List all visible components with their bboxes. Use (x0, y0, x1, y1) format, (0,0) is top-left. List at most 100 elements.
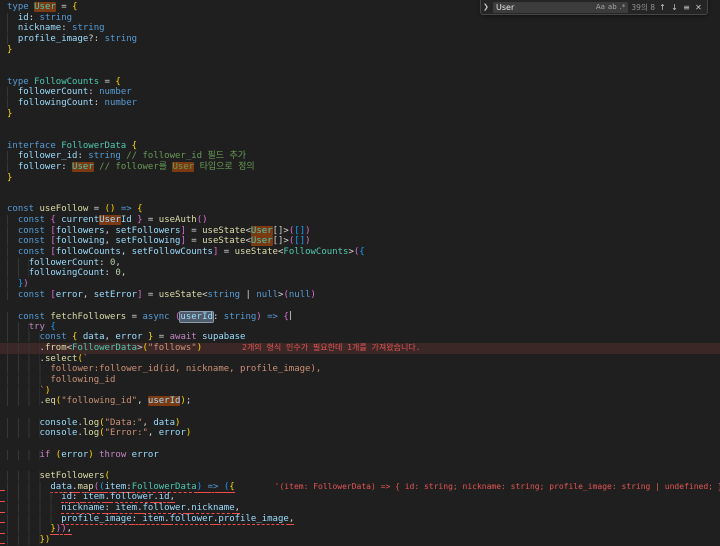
code-token: current (61, 215, 100, 226)
code-token: FollowerData (61, 140, 127, 151)
code-line[interactable]: nickname: string (0, 23, 720, 34)
code-line[interactable]: `) (0, 385, 720, 397)
code-token: select (44, 353, 78, 364)
code-token: | (240, 289, 257, 300)
code-line[interactable]: .eq("following_id", userId); (0, 396, 720, 407)
code-line[interactable]: const { data, error } = await supabase (0, 332, 720, 343)
code-token (7, 481, 51, 492)
code-token: id (158, 492, 170, 504)
close-icon[interactable]: ✕ (694, 3, 703, 12)
code-line[interactable] (0, 66, 720, 77)
code-line[interactable]: const [following, setFollowing] = useSta… (0, 236, 720, 247)
code-line[interactable]: follower:follower_id(id, nickname, profi… (0, 364, 720, 375)
code-line[interactable] (0, 194, 720, 205)
code-line[interactable]: followingCount: 0, (0, 268, 720, 279)
regex-icon[interactable]: .* (620, 3, 626, 11)
code-token: setFollowCounts (131, 247, 213, 258)
code-line[interactable]: id: item.follower.id, (0, 492, 720, 504)
code-line[interactable] (0, 300, 720, 311)
code-line[interactable]: type FollowCounts = { (0, 77, 720, 88)
code-line[interactable]: }) (0, 279, 720, 290)
vscode-editor-window: { "find_widget": { "query": "User", "res… (0, 0, 720, 546)
code-line[interactable]: .from<FollowerData>("follows") 2개의 형식 인수가… (0, 343, 720, 354)
code-line[interactable]: const [error, setError] = useState<strin… (0, 289, 720, 301)
code-line[interactable]: const fetchFollowers = async (userId: st… (0, 311, 720, 323)
code-token (7, 343, 40, 353)
inline-error-message: '(item: FollowerData) => { id: string; n… (274, 481, 720, 491)
code-token: { (229, 481, 235, 493)
code-line[interactable]: profile_image: item.follower.profile_ima… (0, 513, 720, 525)
code-token: followers (55, 225, 105, 236)
code-line[interactable]: const [followCounts, setFollowCounts] = … (0, 247, 720, 258)
code-token: following (55, 236, 105, 247)
code-token (202, 481, 208, 493)
code-token: "Data:" (104, 417, 143, 428)
code-token: const (17, 215, 45, 226)
code-line[interactable]: interface FollowerData { (0, 141, 720, 152)
editor[interactable]: type User = { id: string nickname: strin… (0, 0, 720, 546)
code-line[interactable]: followingCount: number (0, 97, 720, 109)
code-token: if (39, 449, 51, 460)
code-line[interactable]: console.log("Error:", error) (0, 428, 720, 439)
code-line[interactable]: try { (0, 321, 720, 333)
code-line[interactable]: })), (0, 524, 720, 536)
toggle-replace-chevron-icon[interactable]: ❯ (483, 3, 490, 11)
code-line[interactable]: follower: User // follower를 User 타입으로 정의 (0, 161, 720, 173)
code-line[interactable]: profile_image?: string (0, 33, 720, 45)
next-match-icon[interactable]: ↓ (670, 3, 679, 12)
find-input[interactable]: User Aa ab .* (493, 1, 629, 13)
code-token (7, 12, 18, 23)
code-token: { (115, 76, 121, 87)
code-line[interactable]: const [followers, setFollowers] = useSta… (0, 225, 720, 237)
code-token: number (99, 87, 132, 98)
code-line[interactable]: } (0, 173, 720, 184)
code-line[interactable]: console.log("Data:", data) (0, 417, 720, 429)
code-line[interactable] (0, 119, 720, 130)
code-line[interactable]: } (0, 45, 720, 56)
code-line[interactable]: } (0, 109, 720, 120)
code-token: string (104, 33, 138, 44)
code-token: error (131, 449, 159, 460)
code-line[interactable]: if (error) throw error (0, 449, 720, 461)
code-token: FollowerData (131, 481, 197, 493)
code-token (7, 513, 62, 524)
code-token: => (267, 312, 278, 323)
code-token: : (93, 97, 105, 108)
code-token: = (218, 247, 235, 258)
match-case-icon[interactable]: Aa (596, 3, 605, 11)
code-token: // follower를 (99, 161, 173, 172)
code-line[interactable] (0, 460, 720, 471)
code-line[interactable]: const useFollow = () => { (0, 204, 720, 215)
code-token: async (142, 312, 170, 323)
code-line[interactable] (0, 55, 720, 66)
code-line[interactable]: followerCount: 0, (0, 257, 720, 269)
whole-word-icon[interactable]: ab (608, 3, 617, 11)
code-line[interactable]: nickname: item.follower.nickname, (0, 502, 720, 514)
code-line[interactable]: .select(` (0, 353, 720, 365)
code-token: setError (93, 289, 138, 300)
code-token (7, 236, 18, 247)
code-token (7, 87, 18, 98)
code-line[interactable] (0, 407, 720, 418)
code-token: { (50, 321, 56, 332)
code-token: User (72, 161, 94, 172)
code-token: : (104, 502, 116, 514)
code-line[interactable] (0, 439, 720, 450)
find-in-selection-icon[interactable]: ≡ (682, 3, 691, 12)
code-line[interactable]: data.map((item:FollowerData) => ({'(item… (0, 481, 720, 493)
code-token: error (158, 428, 186, 439)
code-line[interactable]: setFollowers( (0, 470, 720, 482)
code-line[interactable]: }) (0, 534, 720, 546)
code-line[interactable] (0, 130, 720, 141)
code-line[interactable] (0, 183, 720, 194)
code-line[interactable]: const { currentUserId } = useAuth() (0, 215, 720, 226)
code-token: error (55, 289, 83, 300)
code-token: = (142, 215, 159, 226)
code-line[interactable]: follower_id: string // follower_id 필드 추가 (0, 151, 720, 162)
code-line[interactable]: following_id (0, 374, 720, 386)
code-token: // follower_id 필드 추가 (126, 151, 247, 162)
code-token: follower (17, 161, 62, 172)
code-token: { (131, 140, 138, 151)
code-line[interactable]: followerCount: number (0, 87, 720, 98)
previous-match-icon[interactable]: ↑ (658, 3, 667, 12)
